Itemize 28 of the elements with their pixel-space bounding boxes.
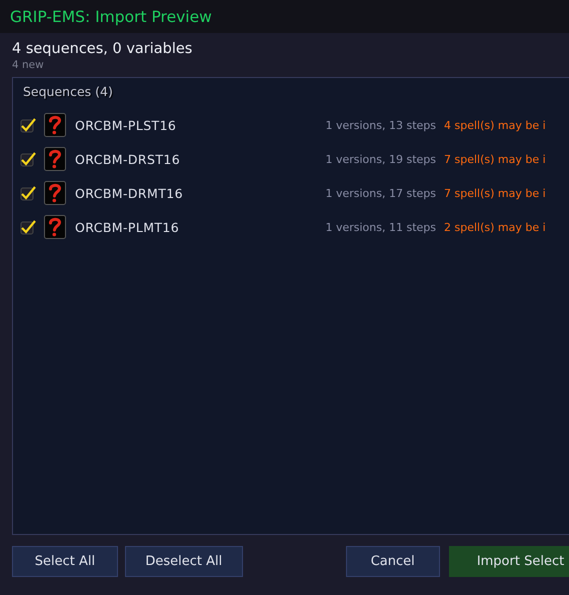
sequence-name: ORCBM-PLMT16	[75, 220, 180, 234]
summary-heading: 4 sequences, 0 variables	[12, 41, 194, 57]
sequence-details: 1 versions, 11 steps	[324, 220, 436, 234]
sequence-details: 1 versions, 17 steps	[324, 186, 436, 200]
action-button[interactable]: Select All	[12, 546, 118, 577]
question-mark-icon	[44, 215, 66, 239]
question-mark-icon	[44, 113, 66, 137]
spell-warning: 7 spell(s) may be i	[444, 152, 546, 166]
sequence-details: 1 versions, 19 steps	[324, 152, 436, 166]
spell-warning: 4 spell(s) may be i	[444, 118, 546, 132]
sequence-name: ORCBM-PLST16	[75, 118, 178, 132]
question-mark-icon	[44, 147, 66, 171]
action-button[interactable]: Deselect All	[124, 546, 243, 577]
checkbox[interactable]	[20, 185, 36, 201]
sequence-name: ORCBM-DRMT16	[75, 186, 184, 200]
question-mark-icon	[44, 181, 66, 205]
sequence-details: 1 versions, 13 steps	[324, 118, 436, 132]
checkbox[interactable]	[20, 117, 36, 133]
checkbox[interactable]	[20, 151, 36, 167]
spell-warning: 2 spell(s) may be i	[444, 220, 546, 234]
sequence-name: ORCBM-DRST16	[75, 152, 182, 166]
action-button[interactable]: Cancel	[346, 546, 440, 577]
checkbox[interactable]	[20, 219, 36, 235]
import-button[interactable]: Import Select	[448, 546, 569, 577]
panel-title: Sequences (4)	[22, 84, 114, 99]
window-title: GRIP-EMS: Import Preview	[10, 8, 212, 26]
summary-subheading: 4 new	[12, 59, 45, 71]
spell-warning: 7 spell(s) may be i	[444, 186, 546, 200]
